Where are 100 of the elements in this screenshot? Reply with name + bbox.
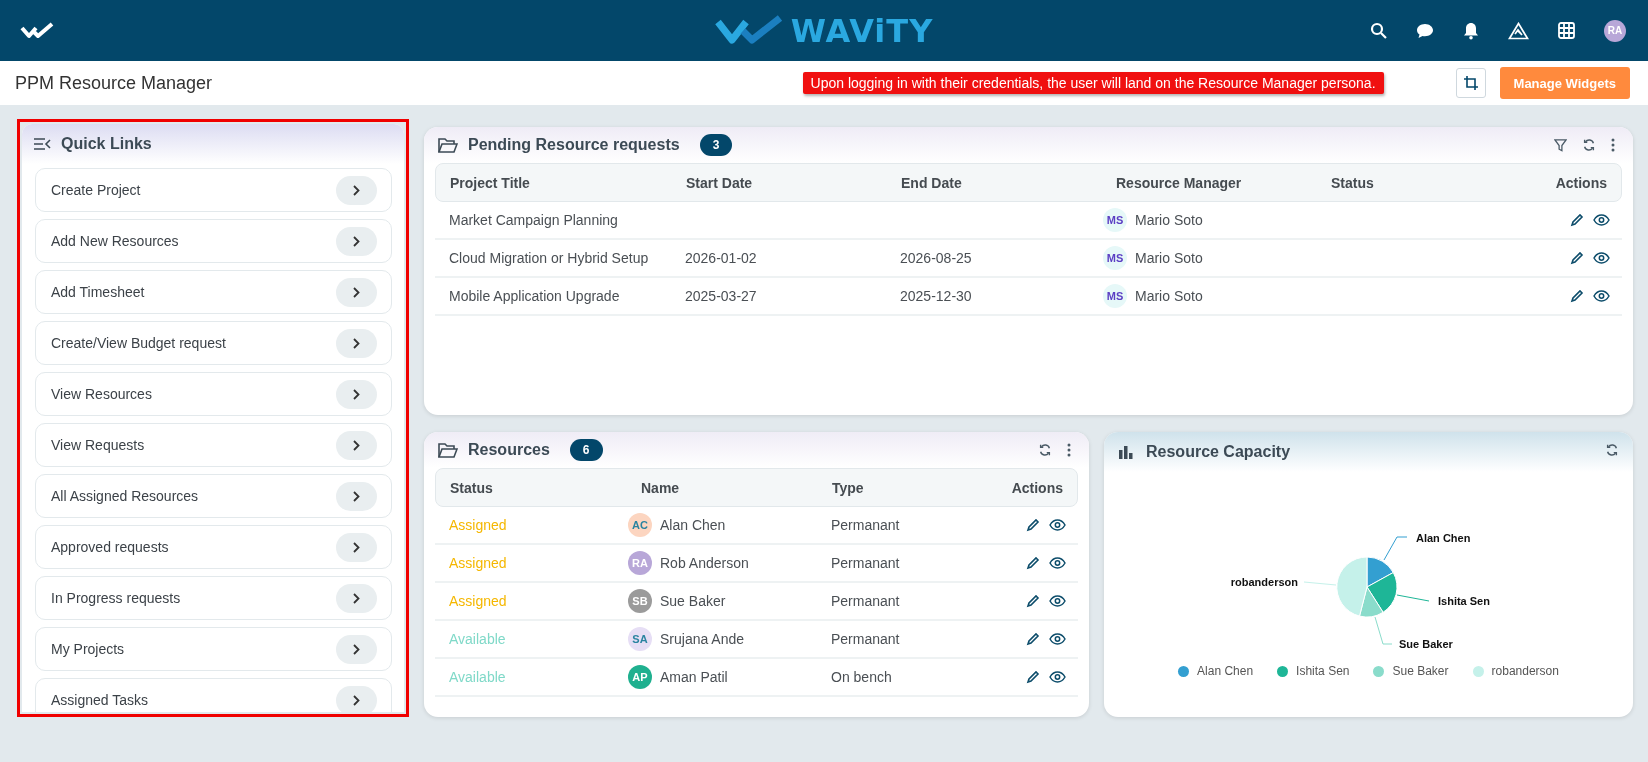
quick-link-label: Add Timesheet: [51, 284, 145, 300]
more-options-icon[interactable]: [1611, 138, 1615, 152]
view-icon[interactable]: [1593, 252, 1610, 264]
annotation-callout: Upon logging in with their credentials, the user will land on the Resource Manager persona.: [802, 72, 1384, 94]
chevron-button[interactable]: [336, 634, 377, 664]
view-icon[interactable]: [1593, 214, 1610, 226]
leader-line: [1303, 581, 1337, 586]
quick-link-label: My Projects: [51, 641, 125, 657]
quick-link-item[interactable]: Approved requests: [35, 525, 392, 569]
column-header[interactable]: Project Title: [436, 174, 672, 191]
table-cell-text: Permanant: [830, 593, 901, 609]
search-icon[interactable]: [1370, 22, 1387, 39]
triangle-icon[interactable]: [1508, 21, 1529, 40]
checkmark-logo-icon[interactable]: [20, 21, 56, 40]
quick-link-item[interactable]: Create Project: [35, 168, 392, 212]
resource-name: Srujana Ande: [660, 631, 745, 647]
column-header[interactable]: Status: [1317, 174, 1531, 191]
quick-link-label: All Assigned Resources: [51, 488, 199, 504]
table-cell-text: Mobile Application Upgrade: [448, 288, 621, 304]
chevron-button[interactable]: [336, 226, 377, 256]
crop-button[interactable]: [1455, 68, 1486, 98]
column-header[interactable]: Type: [818, 479, 987, 496]
quick-link-item[interactable]: View Resources: [35, 372, 392, 416]
resource-name: Aman Patil: [660, 669, 728, 685]
legend-label[interactable]: Sue Baker: [1392, 664, 1449, 678]
folder-icon: [438, 441, 458, 459]
chevron-right-icon: [353, 694, 360, 706]
edit-icon[interactable]: [1570, 251, 1584, 265]
chevron-button[interactable]: [336, 685, 377, 712]
page-title: PPM Resource Manager: [15, 72, 213, 94]
status-text: Assigned: [448, 555, 508, 571]
pie-label: Alan Chen: [1416, 532, 1471, 544]
edit-icon[interactable]: [1026, 594, 1040, 608]
quick-link-item[interactable]: Create/View Budget request: [35, 321, 392, 365]
quick-link-item[interactable]: All Assigned Resources: [35, 474, 392, 518]
legend-label[interactable]: robanderson: [1491, 664, 1559, 678]
avatar: AC: [628, 513, 652, 537]
chevron-button[interactable]: [336, 583, 377, 613]
chevron-button[interactable]: [336, 379, 377, 409]
edit-icon[interactable]: [1026, 518, 1040, 532]
legend-label[interactable]: Alan Chen: [1197, 664, 1254, 678]
view-icon[interactable]: [1049, 671, 1066, 683]
count-badge: 3: [699, 134, 733, 156]
column-header[interactable]: Actions: [987, 479, 1077, 496]
table-cell-text: 2026-08-25: [899, 250, 973, 266]
card-title: Resource Capacity: [1146, 443, 1291, 461]
chat-bubble-icon[interactable]: [1416, 22, 1434, 39]
pie-slice[interactable]: [1359, 586, 1384, 618]
quick-link-item[interactable]: Add Timesheet: [35, 270, 392, 314]
view-icon[interactable]: [1049, 519, 1066, 531]
table-cell-text: Market Campaign Planning: [448, 212, 619, 228]
quick-link-item[interactable]: Add New Resources: [35, 219, 392, 263]
view-icon[interactable]: [1049, 595, 1066, 607]
refresh-icon[interactable]: [1038, 443, 1052, 457]
leader-line: [1374, 616, 1393, 645]
column-header[interactable]: Resource Manager: [1102, 174, 1317, 191]
chevron-right-icon: [353, 439, 360, 451]
edit-icon[interactable]: [1026, 556, 1040, 570]
column-header[interactable]: Status: [436, 479, 627, 496]
more-options-icon[interactable]: [1067, 443, 1071, 457]
refresh-icon[interactable]: [1582, 138, 1596, 152]
quick-link-item[interactable]: In Progress requests: [35, 576, 392, 620]
quick-link-item[interactable]: Assigned Tasks: [35, 678, 392, 712]
quick-link-item[interactable]: My Projects: [35, 627, 392, 671]
view-icon[interactable]: [1593, 290, 1610, 302]
legend-label[interactable]: Ishita Sen: [1296, 664, 1350, 678]
column-header[interactable]: Name: [627, 479, 818, 496]
view-icon[interactable]: [1049, 633, 1066, 645]
pie-label: Ishita Sen: [1438, 595, 1490, 607]
refresh-icon[interactable]: [1605, 443, 1619, 457]
menu-collapse-icon[interactable]: [34, 138, 51, 150]
filter-icon[interactable]: [1554, 138, 1567, 152]
view-icon[interactable]: [1049, 557, 1066, 569]
column-header[interactable]: Actions: [1531, 174, 1621, 191]
chevron-button[interactable]: [336, 430, 377, 460]
chevron-button[interactable]: [336, 481, 377, 511]
pie-slice[interactable]: [1366, 572, 1398, 613]
edit-icon[interactable]: [1570, 289, 1584, 303]
chevron-right-icon: [353, 490, 360, 502]
table-cell-text: Cloud Migration or Hybrid Setup: [448, 250, 650, 266]
resource-name: Sue Baker: [660, 593, 726, 609]
chevron-button[interactable]: [336, 175, 377, 205]
manager-name: Mario Soto: [1135, 250, 1203, 266]
grid-icon[interactable]: [1558, 22, 1575, 39]
bell-icon[interactable]: [1463, 21, 1479, 40]
chevron-button[interactable]: [336, 532, 377, 562]
quick-link-item[interactable]: View Requests: [35, 423, 392, 467]
chevron-button[interactable]: [336, 277, 377, 307]
chevron-button[interactable]: [336, 328, 377, 358]
table-cell-text: Permanant: [830, 517, 901, 533]
column-header[interactable]: Start Date: [672, 174, 887, 191]
edit-icon[interactable]: [1026, 632, 1040, 646]
avatar: MS: [1103, 246, 1127, 270]
edit-icon[interactable]: [1570, 213, 1584, 227]
column-header[interactable]: End Date: [887, 174, 1102, 191]
pie-label: robanderson: [1230, 576, 1298, 588]
table-cell-text: Permanant: [830, 631, 901, 647]
edit-icon[interactable]: [1026, 670, 1040, 684]
quick-link-label: Approved requests: [51, 539, 169, 555]
avatar: SB: [628, 589, 652, 613]
